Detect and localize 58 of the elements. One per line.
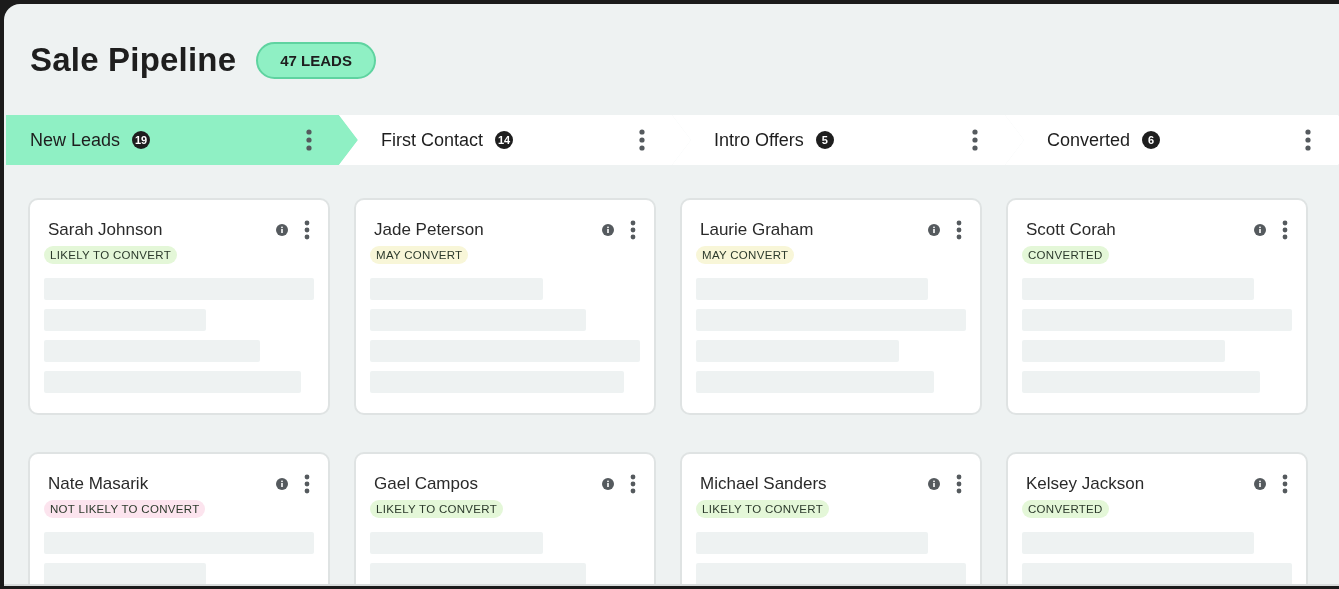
info-icon[interactable] xyxy=(1254,478,1266,490)
status-tag: LIKELY TO CONVERT xyxy=(696,500,829,518)
status-tag: MAY CONVERT xyxy=(696,246,795,264)
stage-label: New Leads xyxy=(30,129,121,151)
lead-name: Gael Campos xyxy=(374,474,478,494)
count-badge: 5 xyxy=(815,131,834,149)
lead-name: Michael Sanders xyxy=(700,474,827,494)
pipeline-stage-tab[interactable]: Converted 6 xyxy=(1005,115,1339,165)
info-icon[interactable] xyxy=(276,224,288,236)
info-icon[interactable] xyxy=(1254,224,1266,236)
page-title: Sale Pipeline xyxy=(30,41,237,79)
lead-card[interactable]: Gael Campos LIKELY TO CONVERT xyxy=(354,452,656,584)
info-icon[interactable] xyxy=(602,478,614,490)
count-badge: 19 xyxy=(132,131,151,149)
info-icon[interactable] xyxy=(602,224,614,236)
more-options-icon[interactable] xyxy=(1282,220,1288,240)
more-options-icon[interactable] xyxy=(639,129,645,151)
stage-label: Converted xyxy=(1047,129,1131,151)
status-tag: CONVERTED xyxy=(1022,246,1109,264)
lead-name: Kelsey Jackson xyxy=(1026,474,1145,494)
lead-card[interactable]: Michael Sanders LIKELY TO CONVERT xyxy=(680,452,982,584)
lead-card[interactable]: Sarah Johnson LIKELY TO CONVERT xyxy=(28,198,330,415)
more-options-icon[interactable] xyxy=(1305,129,1311,151)
lead-card[interactable]: Kelsey Jackson CONVERTED xyxy=(1006,452,1308,584)
lead-count-badge: 47 LEADS xyxy=(256,41,376,79)
lead-card[interactable]: Laurie Graham MAY CONVERT xyxy=(680,198,982,415)
lead-card[interactable]: Scott Corah CONVERTED xyxy=(1006,198,1308,415)
pipeline-stage-tab[interactable]: New Leads 19 xyxy=(6,115,358,165)
pipeline-stage-tab[interactable]: Intro Offers 5 xyxy=(672,115,1024,165)
lead-name: Sarah Johnson xyxy=(48,220,163,240)
more-options-icon[interactable] xyxy=(956,220,962,240)
lead-card[interactable]: Jade Peterson MAY CONVERT xyxy=(354,198,656,415)
lead-name: Jade Peterson xyxy=(374,220,484,240)
info-icon[interactable] xyxy=(276,478,288,490)
lead-name: Scott Corah xyxy=(1026,220,1116,240)
count-badge: 14 xyxy=(495,131,514,149)
stage-label: Intro Offers xyxy=(714,129,804,151)
status-tag: LIKELY TO CONVERT xyxy=(44,246,177,264)
pipeline-stage-tab[interactable]: First Contact 14 xyxy=(339,115,691,165)
more-options-icon[interactable] xyxy=(304,474,310,494)
status-tag: MAY CONVERT xyxy=(370,246,469,264)
info-icon[interactable] xyxy=(928,224,940,236)
more-options-icon[interactable] xyxy=(956,474,962,494)
more-options-icon[interactable] xyxy=(972,129,978,151)
status-tag: LIKELY TO CONVERT xyxy=(370,500,503,518)
lead-card[interactable]: Nate Masarik NOT LIKELY TO CONVERT xyxy=(28,452,330,584)
info-icon[interactable] xyxy=(928,478,940,490)
more-options-icon[interactable] xyxy=(630,220,636,240)
more-options-icon[interactable] xyxy=(304,220,310,240)
lead-name: Laurie Graham xyxy=(700,220,814,240)
more-options-icon[interactable] xyxy=(630,474,636,494)
more-options-icon[interactable] xyxy=(306,129,312,151)
more-options-icon[interactable] xyxy=(1282,474,1288,494)
stage-label: First Contact xyxy=(381,129,484,151)
status-tag: NOT LIKELY TO CONVERT xyxy=(44,500,206,518)
status-tag: CONVERTED xyxy=(1022,500,1109,518)
lead-name: Nate Masarik xyxy=(48,474,149,494)
count-badge: 6 xyxy=(1142,131,1161,149)
